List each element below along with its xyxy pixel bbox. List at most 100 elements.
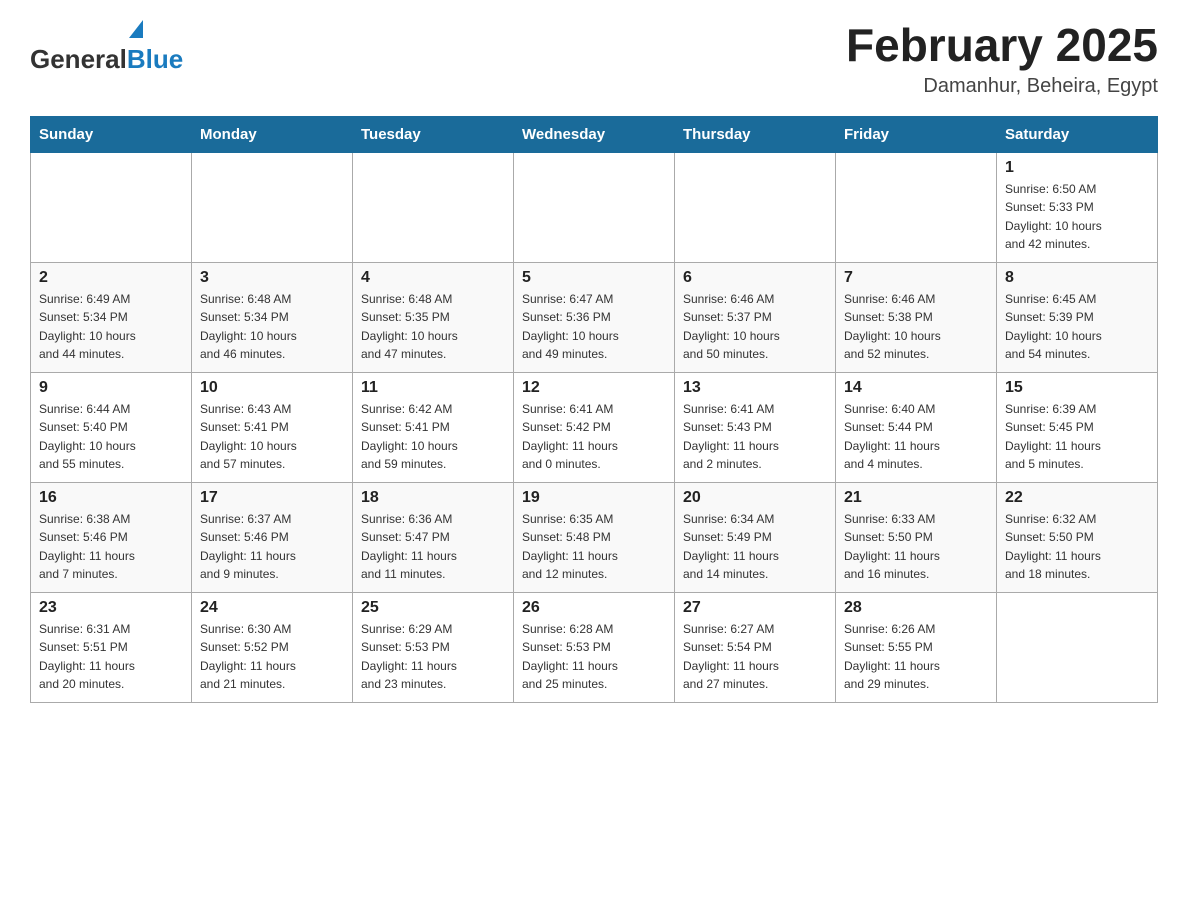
calendar-cell: 6Sunrise: 6:46 AM Sunset: 5:37 PM Daylig… [675, 262, 836, 372]
calendar-cell: 26Sunrise: 6:28 AM Sunset: 5:53 PM Dayli… [514, 592, 675, 702]
day-info: Sunrise: 6:47 AM Sunset: 5:36 PM Dayligh… [522, 290, 666, 364]
logo: General Blue [30, 20, 183, 75]
day-info: Sunrise: 6:44 AM Sunset: 5:40 PM Dayligh… [39, 400, 183, 474]
calendar-cell: 14 Sunrise: 6:40 AM Sunset: 5:44 PM Dayli… [836, 372, 997, 482]
day-number: 25 [361, 599, 505, 617]
calendar-cell: 19 Sunrise: 6:35 AM Sunset: 5:48 PM Dayli… [514, 482, 675, 592]
day-number: 18 [361, 489, 505, 507]
day-number: 13 [683, 379, 827, 397]
day-number: 4 [361, 269, 505, 287]
day-number: 15 [1005, 379, 1149, 397]
calendar-cell [997, 592, 1158, 702]
day-number: 17 [200, 489, 344, 507]
calendar-cell: 8 Sunrise: 6:45 AM Sunset: 5:39 PM Daylig… [997, 262, 1158, 372]
calendar-header: SundayMondayTuesdayWednesdayThursdayFrid… [31, 116, 1158, 152]
day-number: 21 [844, 489, 988, 507]
calendar-cell [192, 152, 353, 262]
day-info: Sunrise: 6:27 AM Sunset: 5:54 PM Dayligh… [683, 620, 827, 694]
day-number: 28 [844, 599, 988, 617]
calendar-cell [675, 152, 836, 262]
calendar-cell: 27 Sunrise: 6:27 AM Sunset: 5:54 PM Dayli… [675, 592, 836, 702]
logo-triangle-icon [129, 20, 143, 38]
header-cell-sunday: Sunday [31, 116, 192, 152]
day-info: Sunrise: 6:49 AM Sunset: 5:34 PM Dayligh… [39, 290, 183, 364]
calendar-cell: 13Sunrise: 6:41 AM Sunset: 5:43 PM Dayli… [675, 372, 836, 482]
header-cell-thursday: Thursday [675, 116, 836, 152]
calendar-cell: 15 Sunrise: 6:39 AM Sunset: 5:45 PM Dayli… [997, 372, 1158, 482]
calendar-cell [836, 152, 997, 262]
day-info: Sunrise: 6:26 AM Sunset: 5:55 PM Dayligh… [844, 620, 988, 694]
day-number: 19 [522, 489, 666, 507]
calendar-week-2: 2 Sunrise: 6:49 AM Sunset: 5:34 PM Daylig… [31, 262, 1158, 372]
day-number: 20 [683, 489, 827, 507]
day-number: 1 [1005, 159, 1149, 177]
day-info: Sunrise: 6:31 AM Sunset: 5:51 PM Dayligh… [39, 620, 183, 694]
day-info: Sunrise: 6:37 AM Sunset: 5:46 PM Dayligh… [200, 510, 344, 584]
day-info: Sunrise: 6:28 AM Sunset: 5:53 PM Dayligh… [522, 620, 666, 694]
header-cell-monday: Monday [192, 116, 353, 152]
calendar-cell: 18 Sunrise: 6:36 AM Sunset: 5:47 PM Dayli… [353, 482, 514, 592]
logo-blue-text: Blue [127, 44, 183, 75]
calendar-cell [353, 152, 514, 262]
calendar-cell: 5 Sunrise: 6:47 AM Sunset: 5:36 PM Daylig… [514, 262, 675, 372]
title-block: February 2025 Damanhur, Beheira, Egypt [846, 20, 1158, 98]
calendar-cell: 17 Sunrise: 6:37 AM Sunset: 5:46 PM Dayli… [192, 482, 353, 592]
location-title: Damanhur, Beheira, Egypt [846, 75, 1158, 98]
day-info: Sunrise: 6:45 AM Sunset: 5:39 PM Dayligh… [1005, 290, 1149, 364]
calendar-cell: 28 Sunrise: 6:26 AM Sunset: 5:55 PM Dayli… [836, 592, 997, 702]
day-number: 2 [39, 269, 183, 287]
day-number: 24 [200, 599, 344, 617]
calendar-week-5: 23 Sunrise: 6:31 AM Sunset: 5:51 PM Dayli… [31, 592, 1158, 702]
day-number: 22 [1005, 489, 1149, 507]
day-info: Sunrise: 6:34 AM Sunset: 5:49 PM Dayligh… [683, 510, 827, 584]
day-number: 8 [1005, 269, 1149, 287]
calendar-cell: 7Sunrise: 6:46 AM Sunset: 5:38 PM Daylig… [836, 262, 997, 372]
day-number: 14 [844, 379, 988, 397]
calendar-table: SundayMondayTuesdayWednesdayThursdayFrid… [30, 116, 1158, 703]
day-info: Sunrise: 6:35 AM Sunset: 5:48 PM Dayligh… [522, 510, 666, 584]
day-info: Sunrise: 6:36 AM Sunset: 5:47 PM Dayligh… [361, 510, 505, 584]
calendar-cell: 25 Sunrise: 6:29 AM Sunset: 5:53 PM Dayli… [353, 592, 514, 702]
day-info: Sunrise: 6:29 AM Sunset: 5:53 PM Dayligh… [361, 620, 505, 694]
calendar-cell: 10Sunrise: 6:43 AM Sunset: 5:41 PM Dayli… [192, 372, 353, 482]
day-number: 23 [39, 599, 183, 617]
day-info: Sunrise: 6:41 AM Sunset: 5:42 PM Dayligh… [522, 400, 666, 474]
calendar-week-1: 1 Sunrise: 6:50 AM Sunset: 5:33 PM Daylig… [31, 152, 1158, 262]
day-info: Sunrise: 6:43 AM Sunset: 5:41 PM Dayligh… [200, 400, 344, 474]
calendar-cell: 24 Sunrise: 6:30 AM Sunset: 5:52 PM Dayli… [192, 592, 353, 702]
logo-general-text: General [30, 44, 127, 75]
calendar-body: 1 Sunrise: 6:50 AM Sunset: 5:33 PM Daylig… [31, 152, 1158, 702]
day-number: 9 [39, 379, 183, 397]
calendar-cell: 22 Sunrise: 6:32 AM Sunset: 5:50 PM Dayli… [997, 482, 1158, 592]
calendar-week-3: 9 Sunrise: 6:44 AM Sunset: 5:40 PM Daylig… [31, 372, 1158, 482]
calendar-cell: 20 Sunrise: 6:34 AM Sunset: 5:49 PM Dayli… [675, 482, 836, 592]
day-info: Sunrise: 6:48 AM Sunset: 5:34 PM Dayligh… [200, 290, 344, 364]
calendar-cell: 4 Sunrise: 6:48 AM Sunset: 5:35 PM Daylig… [353, 262, 514, 372]
day-info: Sunrise: 6:42 AM Sunset: 5:41 PM Dayligh… [361, 400, 505, 474]
day-info: Sunrise: 6:40 AM Sunset: 5:44 PM Dayligh… [844, 400, 988, 474]
calendar-cell [31, 152, 192, 262]
calendar-cell: 23 Sunrise: 6:31 AM Sunset: 5:51 PM Dayli… [31, 592, 192, 702]
header-cell-friday: Friday [836, 116, 997, 152]
day-info: Sunrise: 6:32 AM Sunset: 5:50 PM Dayligh… [1005, 510, 1149, 584]
day-number: 27 [683, 599, 827, 617]
day-info: Sunrise: 6:48 AM Sunset: 5:35 PM Dayligh… [361, 290, 505, 364]
day-info: Sunrise: 6:39 AM Sunset: 5:45 PM Dayligh… [1005, 400, 1149, 474]
day-info: Sunrise: 6:38 AM Sunset: 5:46 PM Dayligh… [39, 510, 183, 584]
calendar-week-4: 16Sunrise: 6:38 AM Sunset: 5:46 PM Dayli… [31, 482, 1158, 592]
calendar-cell: 9 Sunrise: 6:44 AM Sunset: 5:40 PM Daylig… [31, 372, 192, 482]
day-number: 12 [522, 379, 666, 397]
day-info: Sunrise: 6:30 AM Sunset: 5:52 PM Dayligh… [200, 620, 344, 694]
calendar-cell: 1 Sunrise: 6:50 AM Sunset: 5:33 PM Daylig… [997, 152, 1158, 262]
page-header: General Blue February 2025 Damanhur, Beh… [30, 20, 1158, 98]
calendar-cell: 21 Sunrise: 6:33 AM Sunset: 5:50 PM Dayli… [836, 482, 997, 592]
day-info: Sunrise: 6:50 AM Sunset: 5:33 PM Dayligh… [1005, 180, 1149, 254]
day-number: 11 [361, 379, 505, 397]
day-info: Sunrise: 6:33 AM Sunset: 5:50 PM Dayligh… [844, 510, 988, 584]
month-title: February 2025 [846, 20, 1158, 71]
day-number: 6 [683, 269, 827, 287]
calendar-cell: 11 Sunrise: 6:42 AM Sunset: 5:41 PM Dayli… [353, 372, 514, 482]
calendar-cell: 3Sunrise: 6:48 AM Sunset: 5:34 PM Daylig… [192, 262, 353, 372]
calendar-cell: 2 Sunrise: 6:49 AM Sunset: 5:34 PM Daylig… [31, 262, 192, 372]
day-number: 5 [522, 269, 666, 287]
